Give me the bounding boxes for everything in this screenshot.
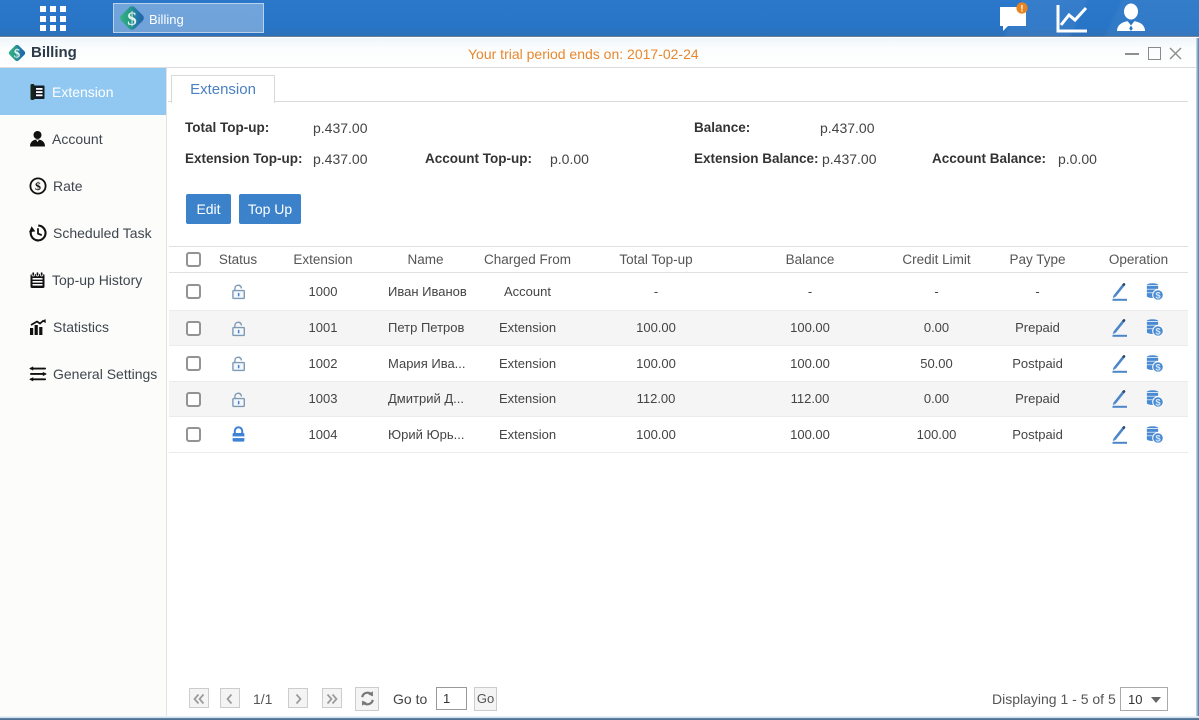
svg-text:$: $ — [1155, 327, 1161, 337]
svg-text:$: $ — [127, 9, 137, 30]
svg-text:$: $ — [1155, 433, 1161, 443]
svg-text:$: $ — [1155, 398, 1161, 408]
svg-text:!: ! — [1020, 4, 1023, 15]
svg-text:$: $ — [1155, 362, 1161, 372]
svg-text:$: $ — [1155, 290, 1161, 300]
svg-text:$: $ — [14, 47, 20, 61]
svg-text:$: $ — [35, 179, 41, 193]
